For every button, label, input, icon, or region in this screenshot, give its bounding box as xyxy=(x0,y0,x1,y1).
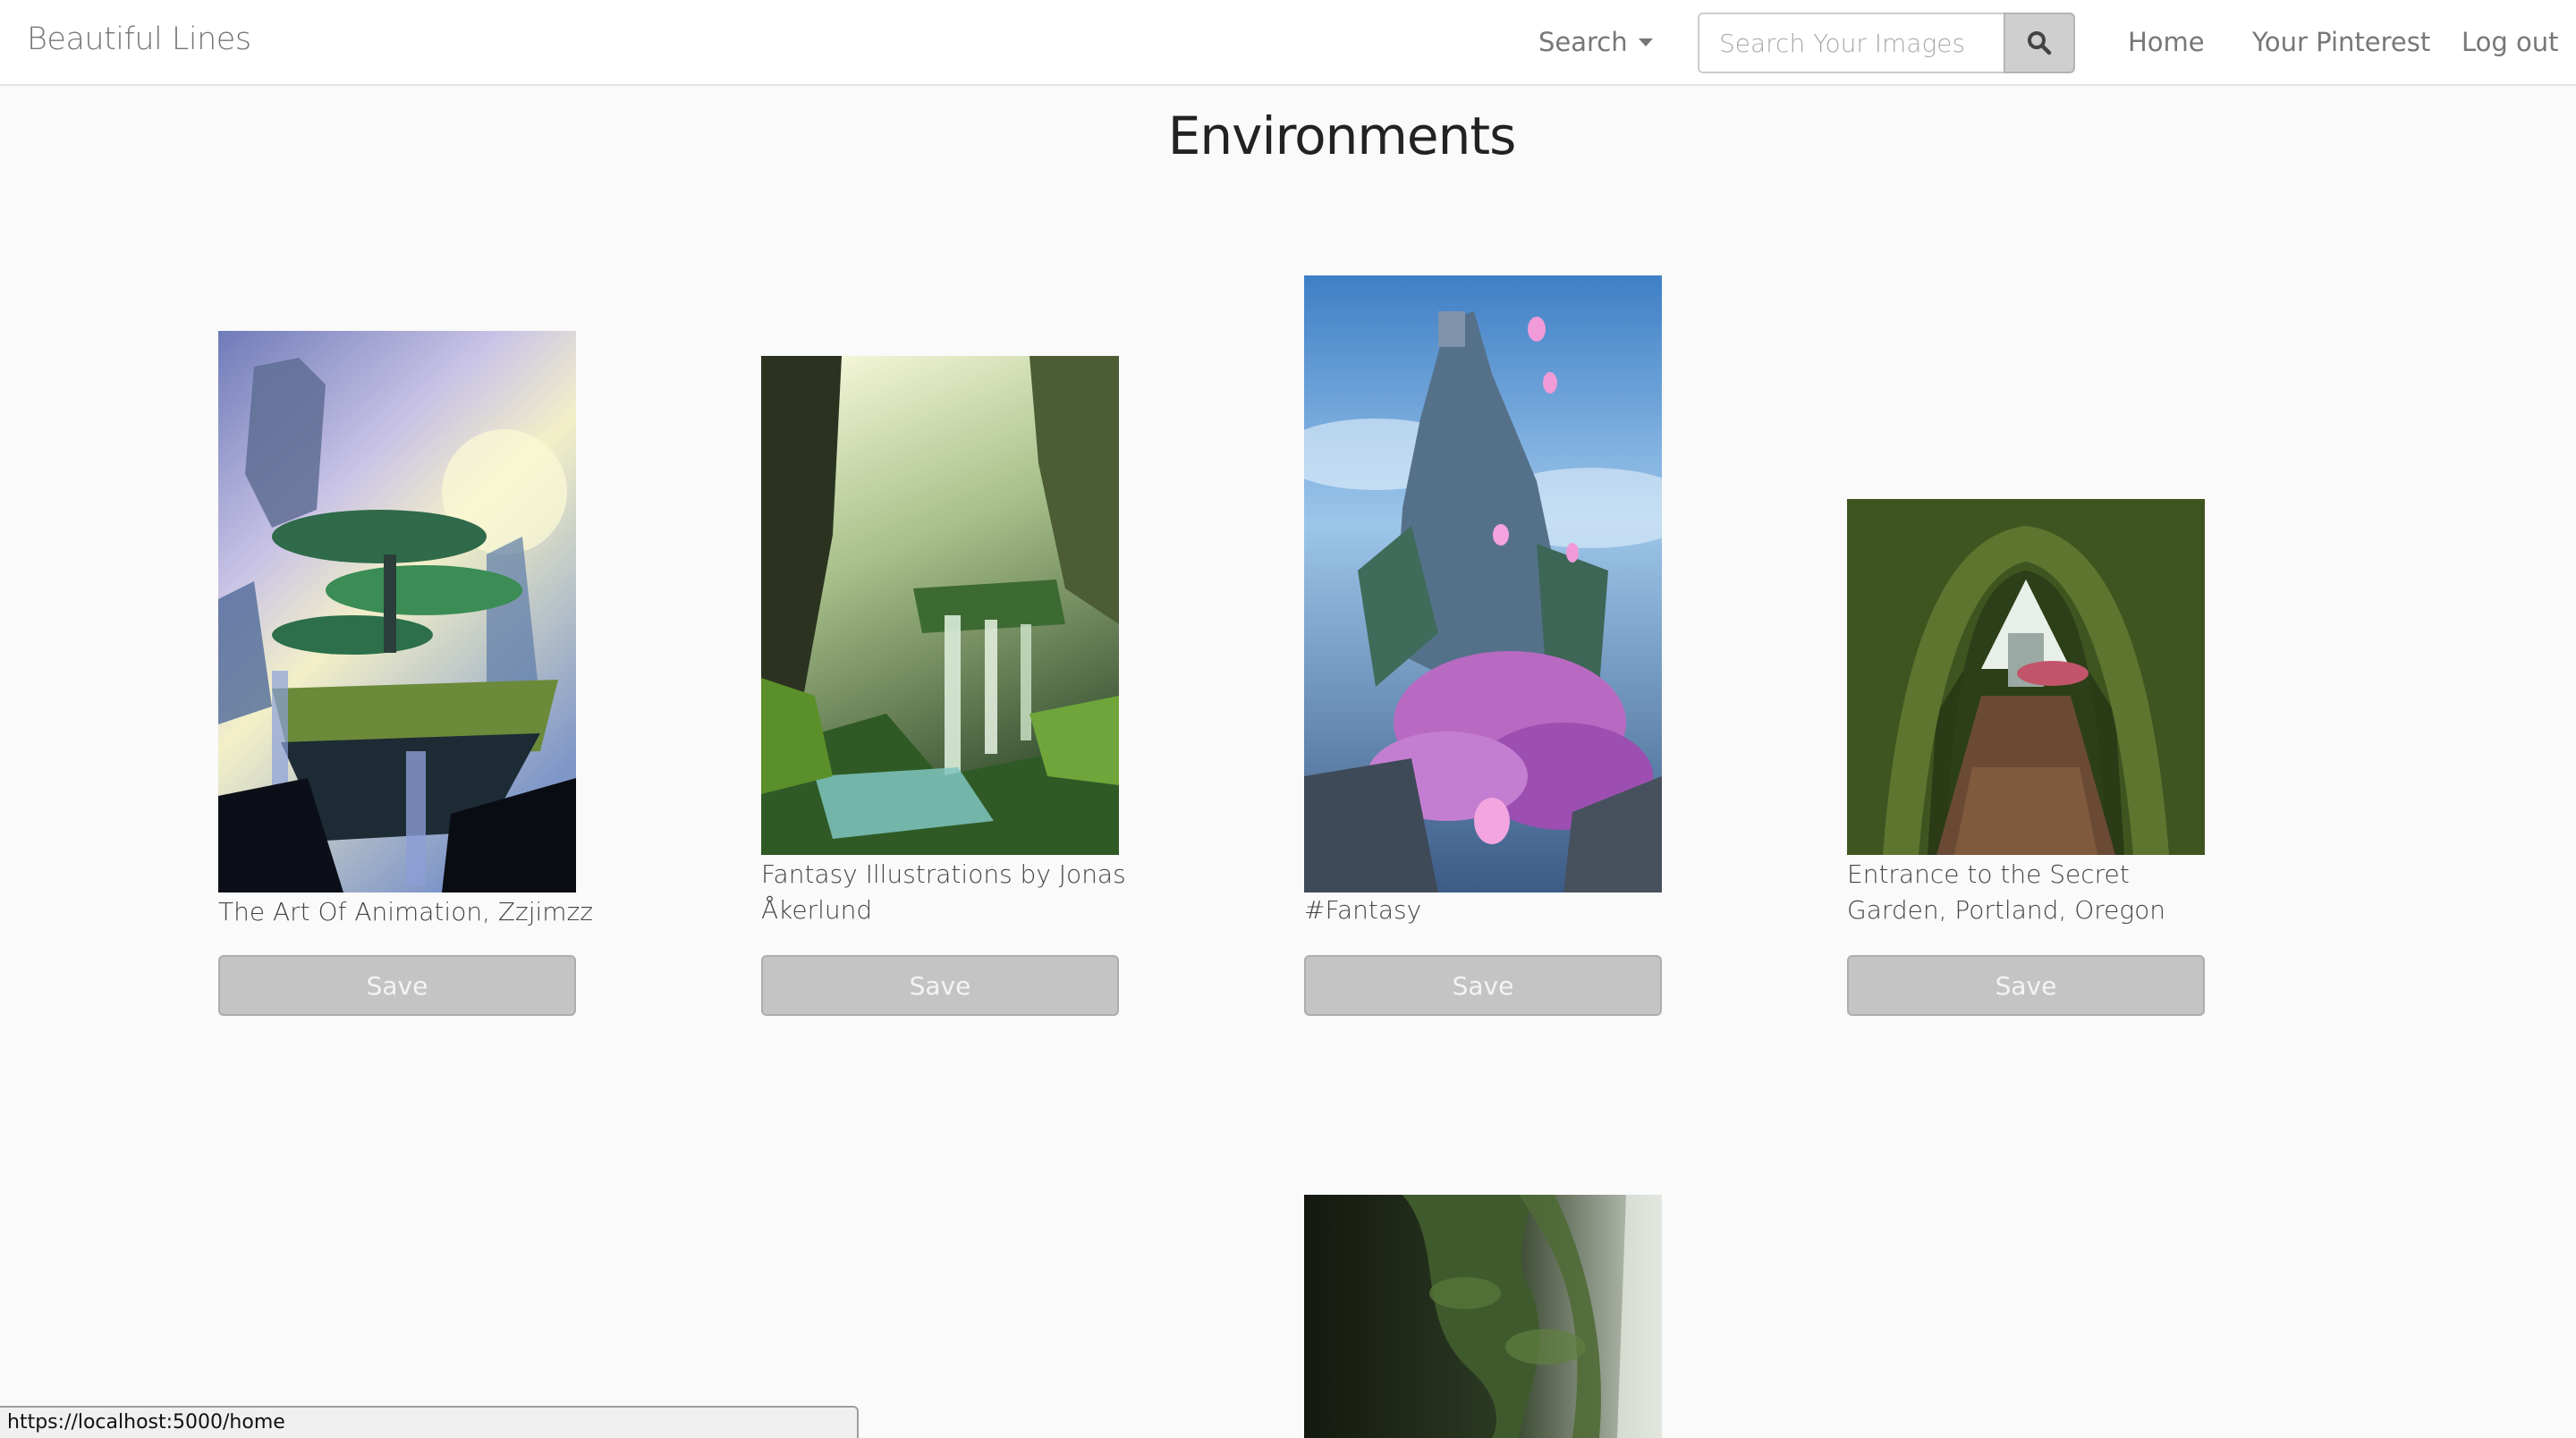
search-button[interactable] xyxy=(2004,13,2075,73)
card-image[interactable] xyxy=(218,331,576,892)
save-button[interactable]: Save xyxy=(1304,955,1662,1016)
brand-link[interactable]: Beautiful Lines xyxy=(27,21,251,57)
nav-link-home[interactable]: Home xyxy=(2128,27,2205,57)
card-image[interactable] xyxy=(761,356,1119,855)
save-button[interactable]: Save xyxy=(761,955,1119,1016)
search-input[interactable] xyxy=(1698,13,2005,73)
navbar: Beautiful Lines Search Home Your Pintere… xyxy=(0,0,2576,86)
card-image[interactable] xyxy=(1847,499,2205,855)
search-dropdown-label: Search xyxy=(1538,27,1628,57)
search-icon xyxy=(2028,31,2052,55)
card-image[interactable] xyxy=(1304,275,1662,892)
status-bar-url: https://localhost:5000/home xyxy=(0,1406,859,1438)
save-button[interactable]: Save xyxy=(1847,955,2205,1016)
search-dropdown[interactable]: Search xyxy=(1538,27,1653,57)
card-caption: #Fantasy xyxy=(1304,895,1422,925)
card-caption: The Art Of Animation, Zzjimzz xyxy=(218,897,593,926)
nav-link-logout[interactable]: Log out xyxy=(2462,27,2559,57)
save-button[interactable]: Save xyxy=(218,955,576,1016)
caret-down-icon xyxy=(1638,38,1653,47)
page-title: Environments xyxy=(1167,106,1517,166)
card-caption: Fantasy Illustrations by Jonas Åkerlund xyxy=(761,859,1126,925)
card-caption: Entrance to the Secret Garden, Portland,… xyxy=(1847,859,2166,925)
nav-link-your-pinterest[interactable]: Your Pinterest xyxy=(2252,27,2430,57)
card-image[interactable] xyxy=(1304,1195,1662,1438)
